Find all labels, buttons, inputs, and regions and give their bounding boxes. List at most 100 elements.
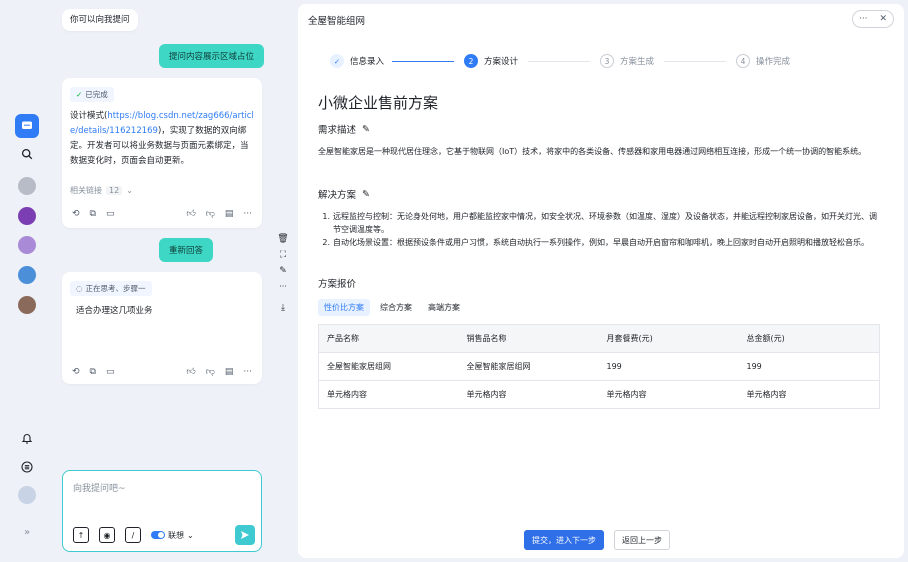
tab-combined-plan[interactable]: 综合方案 xyxy=(374,299,418,316)
copy-icon[interactable]: ⧉ xyxy=(90,367,96,377)
col-product-name: 产品名称 xyxy=(318,324,459,353)
step-4: 4 操作完成 xyxy=(736,54,790,68)
chat-input[interactable]: 向我提问吧~ xyxy=(73,481,126,494)
agent-avatar-1[interactable] xyxy=(18,177,36,195)
doc-title: 小微企业售前方案 xyxy=(318,94,439,112)
main-panel: 全屋智能组网 ··· ✕ ✓ 信息录入 2 方案设计 3 方案生成 4 操作完成… xyxy=(298,4,904,558)
stepper: ✓ 信息录入 2 方案设计 3 方案生成 4 操作完成 xyxy=(330,54,810,68)
chat-input-box[interactable]: 向我提问吧~ ↑ ◉ / 联想 ⌄ xyxy=(62,470,262,552)
step-4-label: 操作完成 xyxy=(756,57,791,67)
more-icon[interactable]: ··· xyxy=(243,209,252,219)
col-sales-name: 销售品名称 xyxy=(458,324,599,353)
tab-premium-plan[interactable]: 高端方案 xyxy=(422,299,466,316)
image-icon[interactable]: ◉ xyxy=(99,527,115,543)
solution-item-text: 远程监控与控制：无论身处何地，用户都能监控家中情况，如安全状况、环境参数（如温度… xyxy=(333,212,877,234)
step-connector xyxy=(528,61,590,62)
thumbs-up-icon[interactable]: 👍︎ xyxy=(186,367,195,377)
ai-message-1: ✓ 已完成 设计模式(https://blog.csdn.net/zag666/… xyxy=(62,78,262,228)
thumbs-down-icon[interactable]: 👎︎ xyxy=(206,367,215,377)
tab-value-plan[interactable]: 性价比方案 xyxy=(318,299,370,316)
trash-icon[interactable]: 🗑︎ xyxy=(277,234,288,244)
refresh-icon[interactable]: ⟲ xyxy=(72,367,80,377)
agent-avatar-3[interactable] xyxy=(18,236,36,254)
toggle-switch[interactable] xyxy=(151,531,165,539)
download-icon[interactable]: ⤓ xyxy=(281,303,285,313)
solution-heading: 解决方案 ✎ xyxy=(318,187,370,202)
back-button[interactable]: 返回上一步 xyxy=(614,530,670,550)
bell-icon[interactable] xyxy=(15,426,39,450)
comment-icon[interactable]: ▭ xyxy=(106,367,115,377)
message-icon[interactable]: ▤ xyxy=(225,209,234,219)
agent-avatar-4[interactable] xyxy=(18,266,36,284)
related-label: 相关链接 xyxy=(70,186,102,195)
refresh-icon[interactable]: ⟲ xyxy=(72,209,80,219)
chevron-down-icon: ⌄ xyxy=(126,186,133,195)
fullscreen-icon[interactable]: ⛶ xyxy=(280,250,286,260)
user-message-2-text: 重新回答 xyxy=(169,246,204,256)
related-links-toggle[interactable]: 相关链接 12 ⌄ xyxy=(70,185,133,196)
solution-item-text: 自动化场景设置：根据预设条件或用户习惯，系统自动执行一系列操作，例如，早晨自动开… xyxy=(333,238,869,247)
edit-icon[interactable]: ✎ xyxy=(279,266,287,276)
upload-icon[interactable]: ↑ xyxy=(73,527,89,543)
submit-next-button[interactable]: 提交，进入下一步 xyxy=(524,530,604,550)
ai-message-1-text: 设计模式(https://blog.csdn.net/zag666/articl… xyxy=(70,109,256,169)
input-toolbar: ↑ ◉ / 联想 ⌄ xyxy=(73,527,194,543)
prompt-hint: 你可以向我提问 xyxy=(62,9,138,31)
more-icon[interactable]: ··· xyxy=(859,14,868,24)
table-row: 单元格内容 单元格内容 单元格内容 单元格内容 xyxy=(318,380,880,409)
user-avatar[interactable] xyxy=(18,486,36,504)
solution-list: 1. 远程监控与控制：无论身处何地，用户都能监控家中情况，如安全状况、环境参数（如… xyxy=(318,210,882,249)
more-icon[interactable]: ··· xyxy=(243,367,252,377)
quote-table: 产品名称 销售品名称 月套餐费(元) 总金额(元) 全屋智能家居组网 全屋智能家… xyxy=(318,324,880,409)
associate-toggle[interactable]: 联想 ⌄ xyxy=(151,530,194,541)
table-cell: 单元格内容 xyxy=(598,380,739,409)
close-icon[interactable]: ✕ xyxy=(879,14,887,24)
quote-heading: 方案报价 xyxy=(318,279,357,290)
user-message-1-text: 提问内容展示区域占位 xyxy=(169,52,255,62)
ai-text-prefix: 设计模式( xyxy=(70,111,108,121)
status-chip-done: ✓ 已完成 xyxy=(70,87,114,102)
thumbs-down-icon[interactable]: 👎︎ xyxy=(206,209,215,219)
step-2-label: 方案设计 xyxy=(484,57,519,67)
menu-circle-icon[interactable] xyxy=(15,455,39,479)
ai-message-1-actions: ⟲ ⧉ ▭ 👍︎ 👎︎ ▤ ··· xyxy=(72,209,252,219)
chat-icon[interactable] xyxy=(15,114,39,138)
step-1-num: ✓ xyxy=(330,54,344,68)
more-icon[interactable]: ··· xyxy=(279,282,287,291)
table-header-row: 产品名称 销售品名称 月套餐费(元) 总金额(元) xyxy=(318,324,880,353)
window-controls: ··· ✕ xyxy=(852,10,894,28)
message-icon[interactable]: ▤ xyxy=(225,367,234,377)
search-icon[interactable] xyxy=(15,142,39,166)
col-total: 总金额(元) xyxy=(738,324,880,353)
agent-avatar-5[interactable] xyxy=(18,296,36,314)
solution-item: 2. 自动化场景设置：根据预设条件或用户习惯，系统自动执行一系列操作，例如，早晨自… xyxy=(318,236,882,249)
ai-message-2-text: 适合办理这几项业务 xyxy=(76,306,153,316)
step-connector xyxy=(664,61,726,62)
requirement-text: 全屋智能家居是一种现代居住理念，它基于物联网（IoT）技术，将家中的各类设备、传… xyxy=(318,147,867,156)
panel-title: 全屋智能组网 xyxy=(308,16,366,27)
status-done-text: 已完成 xyxy=(85,90,108,99)
step-3-num: 3 xyxy=(600,54,614,68)
step-1: ✓ 信息录入 xyxy=(330,54,384,68)
ai-message-2-actions: ⟲ ⧉ ▭ 👍︎ 👎︎ ▤ ··· xyxy=(72,367,252,377)
thumbs-up-icon[interactable]: 👍︎ xyxy=(186,209,195,219)
requirement-heading-text: 需求描述 xyxy=(318,125,357,136)
col-monthly-fee: 月套餐费(元) xyxy=(598,324,739,353)
table-cell: 单元格内容 xyxy=(458,380,599,409)
status-chip-thinking: ◌ 正在思考、步骤一 xyxy=(70,281,152,296)
command-icon[interactable]: / xyxy=(125,527,141,543)
step-2-num: 2 xyxy=(464,54,478,68)
edit-icon[interactable]: ✎ xyxy=(362,189,370,200)
comment-icon[interactable]: ▭ xyxy=(106,209,115,219)
toggle-label: 联想 xyxy=(168,530,184,540)
send-button[interactable] xyxy=(235,525,255,545)
expand-icon[interactable]: » xyxy=(15,520,39,544)
step-1-label: 信息录入 xyxy=(350,57,385,67)
step-3-label: 方案生成 xyxy=(620,57,655,67)
copy-icon[interactable]: ⧉ xyxy=(90,209,96,219)
agent-avatar-2[interactable] xyxy=(18,207,36,225)
table-cell: 单元格内容 xyxy=(318,380,459,409)
prompt-hint-text: 你可以向我提问 xyxy=(70,14,130,25)
table-row: 全屋智能家居组网 全屋智能家居组网 199 199 xyxy=(318,352,880,381)
edit-icon[interactable]: ✎ xyxy=(362,124,370,135)
